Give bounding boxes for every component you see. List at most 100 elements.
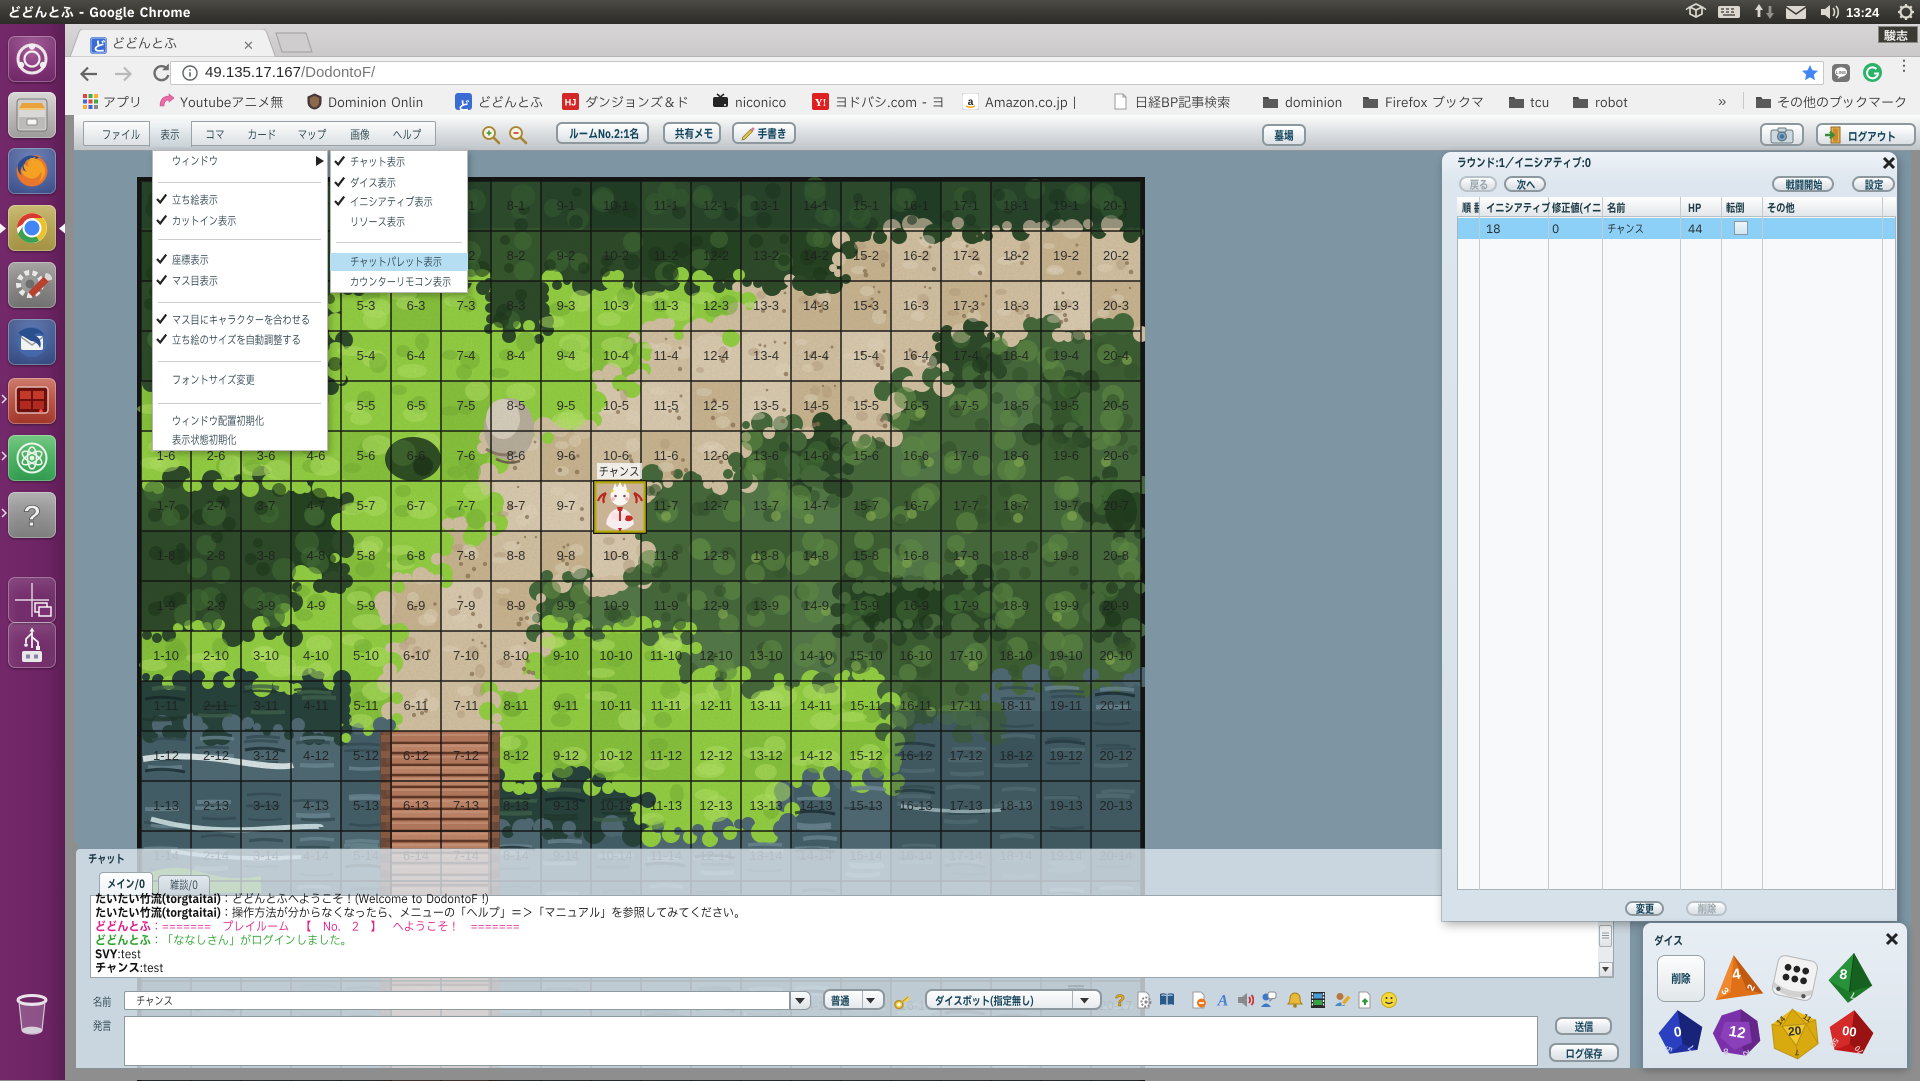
- svg-text:?: ?: [1115, 991, 1125, 1009]
- svg-text:16-10: 16-10: [899, 648, 932, 663]
- svg-text:6-5: 6-5: [407, 398, 426, 413]
- svg-text:1-8: 1-8: [157, 548, 176, 563]
- svg-text:11-1: 11-1: [653, 198, 678, 213]
- svg-text:8-6: 8-6: [507, 448, 526, 463]
- svg-text:11-10: 11-10: [650, 648, 682, 663]
- svg-text:16-7: 16-7: [903, 498, 929, 513]
- svg-text:20-13: 20-13: [1099, 798, 1132, 813]
- svg-text:8-10: 8-10: [503, 648, 529, 663]
- svg-text:18-9: 18-9: [1003, 598, 1029, 613]
- svg-text:10-2: 10-2: [603, 248, 629, 263]
- svg-text:14-5: 14-5: [803, 398, 829, 413]
- svg-text:13-11: 13-11: [750, 698, 782, 713]
- svg-text:12-10: 12-10: [699, 648, 732, 663]
- svg-text:17-10: 17-10: [949, 648, 982, 663]
- svg-text:20-12: 20-12: [1099, 748, 1132, 763]
- svg-text:8-13: 8-13: [503, 798, 529, 813]
- svg-text:2-11: 2-11: [203, 698, 228, 713]
- svg-text:11-7: 11-7: [653, 498, 678, 513]
- svg-text:14-11: 14-11: [800, 698, 832, 713]
- svg-text:7-5: 7-5: [457, 398, 476, 413]
- svg-text:13-10: 13-10: [749, 648, 782, 663]
- svg-text:14-4: 14-4: [803, 348, 829, 363]
- svg-text:11-13: 11-13: [650, 798, 682, 813]
- svg-text:2-10: 2-10: [203, 648, 229, 663]
- svg-text:17-5: 17-5: [953, 398, 979, 413]
- svg-text:10-12: 10-12: [599, 748, 632, 763]
- svg-text:7-8: 7-8: [457, 548, 476, 563]
- svg-text:7-6: 7-6: [457, 448, 476, 463]
- svg-text:1-10: 1-10: [153, 648, 179, 663]
- svg-text:4-13: 4-13: [303, 798, 329, 813]
- svg-text:13-3: 13-3: [753, 298, 779, 313]
- svg-text:2-12: 2-12: [203, 748, 229, 763]
- svg-text:7-7: 7-7: [457, 498, 476, 513]
- svg-text:16-12: 16-12: [899, 748, 932, 763]
- svg-text:2-13: 2-13: [203, 798, 229, 813]
- svg-text:8-7: 8-7: [507, 498, 526, 513]
- svg-text:13-5: 13-5: [753, 398, 779, 413]
- svg-text:15-2: 15-2: [853, 248, 879, 263]
- svg-text:17-13: 17-13: [949, 798, 982, 813]
- svg-text:Y!: Y!: [815, 97, 827, 109]
- svg-text:19-7: 19-7: [1053, 498, 1079, 513]
- svg-text:8-12: 8-12: [503, 748, 529, 763]
- svg-text:14-2: 14-2: [803, 248, 829, 263]
- svg-text:19-2: 19-2: [1053, 248, 1079, 263]
- svg-text:7-13: 7-13: [453, 798, 479, 813]
- svg-text:15-9: 15-9: [853, 598, 879, 613]
- svg-text:20-10: 20-10: [1099, 648, 1132, 663]
- svg-text:14-8: 14-8: [803, 548, 829, 563]
- svg-text:12-13: 12-13: [699, 798, 732, 813]
- svg-text:4-9: 4-9: [307, 598, 326, 613]
- svg-text:15-11: 15-11: [850, 698, 882, 713]
- svg-text:16-13: 16-13: [899, 798, 932, 813]
- svg-text:2-9: 2-9: [207, 598, 226, 613]
- svg-text:11-4: 11-4: [653, 348, 678, 363]
- svg-text:3-10: 3-10: [253, 648, 279, 663]
- svg-text:16-2: 16-2: [903, 248, 929, 263]
- svg-text:?: ?: [23, 500, 41, 533]
- svg-text:15-6: 15-6: [853, 448, 879, 463]
- svg-text:14-3: 14-3: [803, 298, 829, 313]
- svg-text:19-13: 19-13: [1049, 798, 1082, 813]
- svg-text:11-8: 11-8: [653, 548, 678, 563]
- svg-text:5-4: 5-4: [357, 348, 376, 363]
- svg-text:9-8: 9-8: [557, 548, 576, 563]
- svg-text:20-9: 20-9: [1103, 598, 1129, 613]
- svg-text:17-2: 17-2: [953, 248, 979, 263]
- svg-text:14-9: 14-9: [803, 598, 829, 613]
- svg-text:9-7: 9-7: [557, 498, 576, 513]
- svg-text:14-12: 14-12: [799, 748, 832, 763]
- svg-text:9-6: 9-6: [557, 448, 576, 463]
- svg-text:16-9: 16-9: [903, 598, 929, 613]
- svg-text:4-8: 4-8: [307, 548, 326, 563]
- svg-text:4-10: 4-10: [303, 648, 329, 663]
- svg-text:15-8: 15-8: [853, 548, 879, 563]
- svg-text:10-13: 10-13: [599, 798, 632, 813]
- svg-text:16-11: 16-11: [900, 698, 932, 713]
- svg-text:18-11: 18-11: [1000, 698, 1032, 713]
- svg-text:13-7: 13-7: [753, 498, 779, 513]
- svg-text:3-13: 3-13: [253, 798, 279, 813]
- svg-text:15-10: 15-10: [849, 648, 882, 663]
- svg-text:14-13: 14-13: [799, 798, 832, 813]
- svg-text:13-13: 13-13: [749, 798, 782, 813]
- svg-text:A: A: [1217, 993, 1229, 1010]
- svg-text:5-9: 5-9: [357, 598, 376, 613]
- svg-text:12-3: 12-3: [703, 298, 729, 313]
- svg-text:18-6: 18-6: [1003, 448, 1029, 463]
- svg-text:10-3: 10-3: [603, 298, 629, 313]
- svg-text:13-9: 13-9: [753, 598, 779, 613]
- svg-text:3-11: 3-11: [253, 698, 278, 713]
- svg-text:20-7: 20-7: [1103, 498, 1129, 513]
- svg-text:19-10: 19-10: [1049, 648, 1082, 663]
- svg-text:6-4: 6-4: [407, 348, 426, 363]
- svg-text:19-11: 19-11: [1050, 698, 1082, 713]
- svg-text:11-5: 11-5: [653, 398, 678, 413]
- svg-text:10-6: 10-6: [603, 448, 629, 463]
- svg-text:18-3: 18-3: [1003, 298, 1029, 313]
- svg-text:16-4: 16-4: [903, 348, 929, 363]
- svg-text:7-10: 7-10: [453, 648, 479, 663]
- svg-text:3-8: 3-8: [257, 548, 276, 563]
